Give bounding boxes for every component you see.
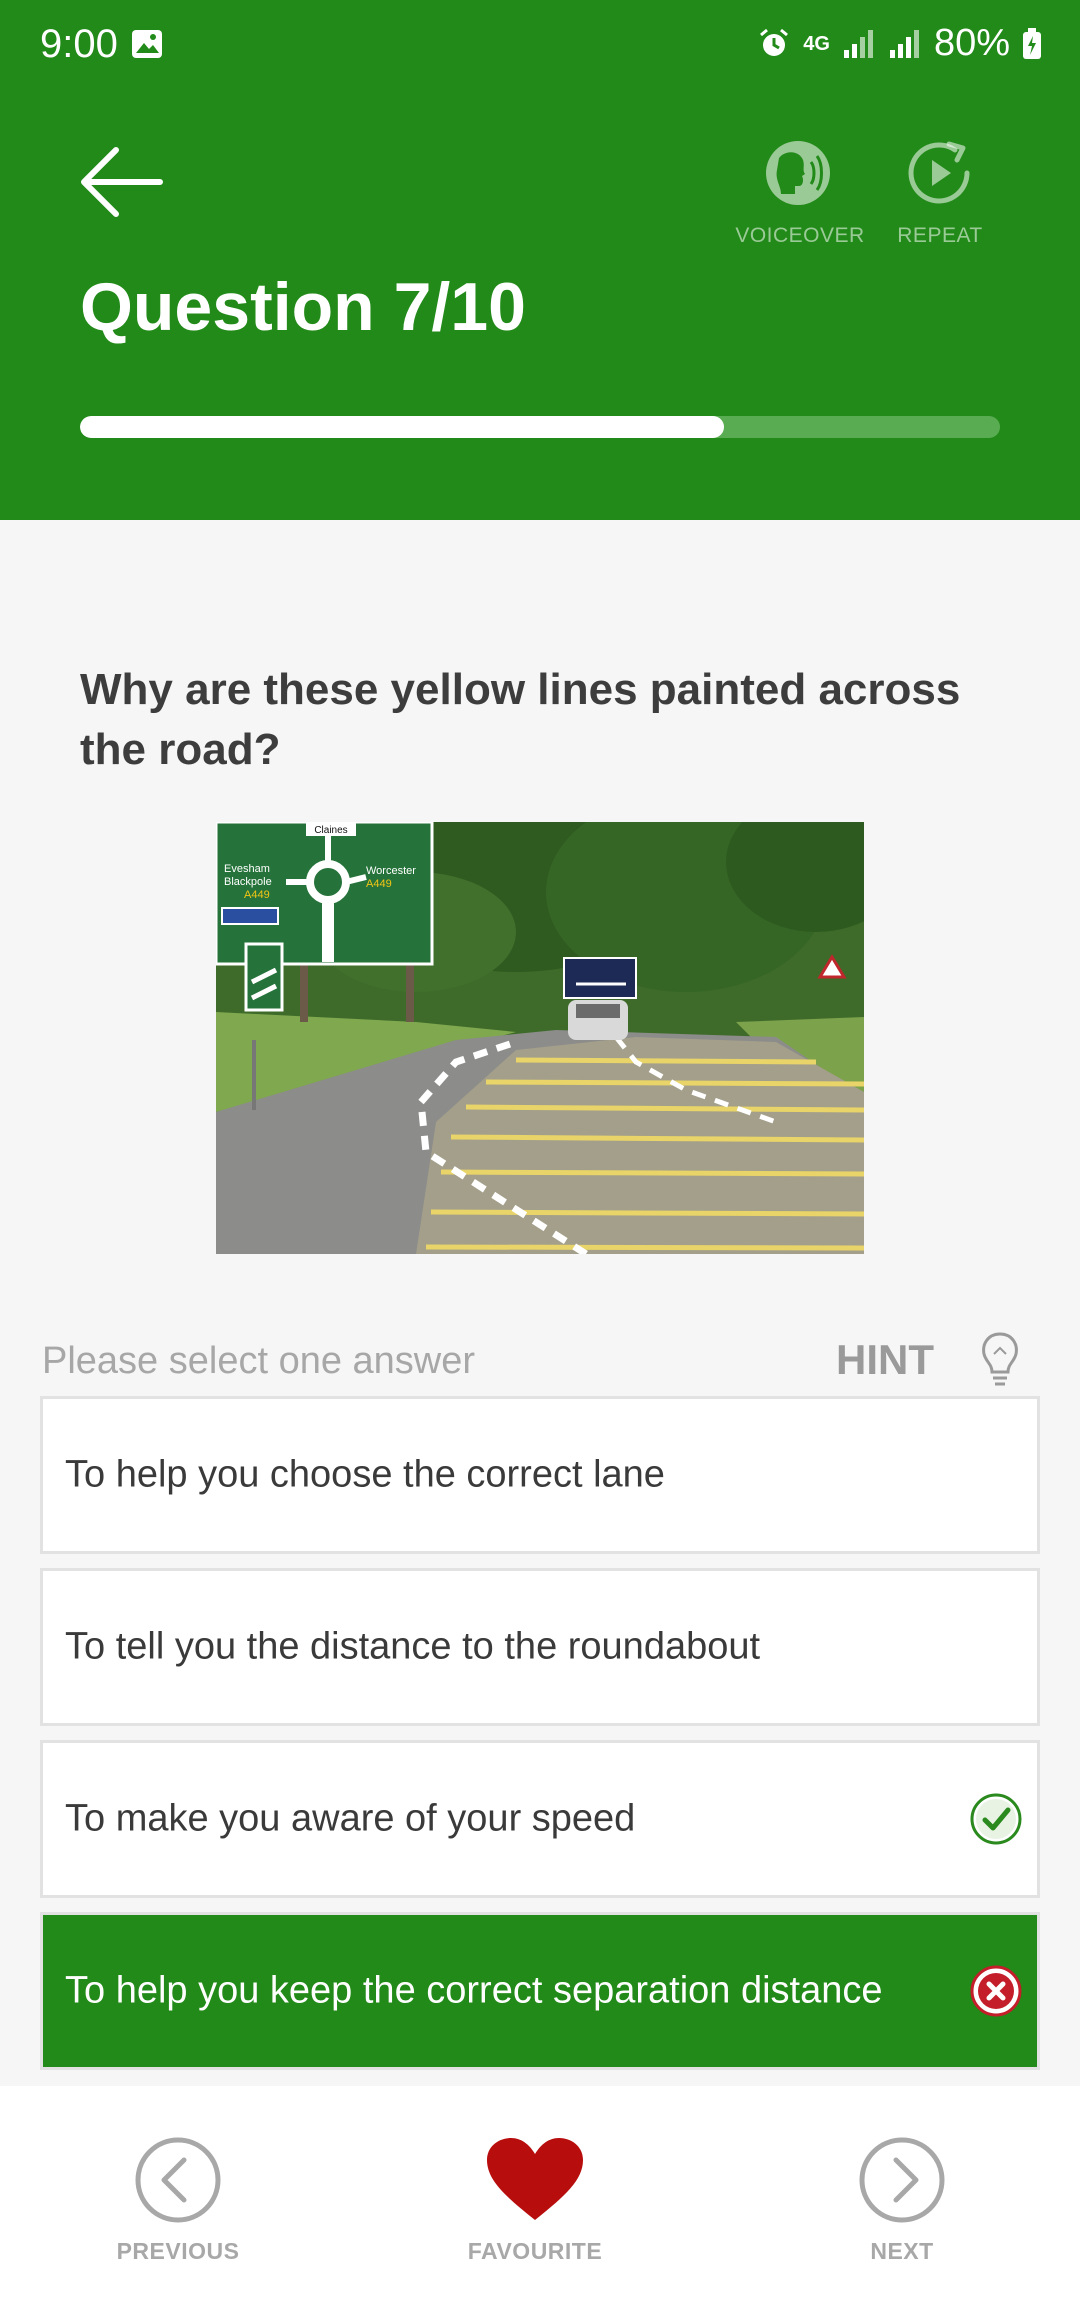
previous-button[interactable]: PREVIOUS (78, 2136, 278, 2265)
sign-text-left-2: Blackpole (224, 876, 272, 888)
favourite-button[interactable]: FAVOURITE (435, 2136, 635, 2265)
answer-option-label: To help you choose the correct lane (65, 1453, 665, 1496)
back-button[interactable] (76, 142, 166, 222)
bottom-nav: PREVIOUS FAVOURITE NEXT (0, 2086, 1080, 2316)
app-header: 9:00 4G 80% VOICEOVER REPEAT Question 7/… (0, 0, 1080, 520)
hint-button[interactable]: HINT (836, 1336, 934, 1384)
answer-option-label: To tell you the distance to the roundabo… (65, 1625, 761, 1668)
answer-option-1[interactable]: To help you choose the correct lane (40, 1396, 1040, 1554)
voiceover-label: VOICEOVER (735, 224, 865, 247)
page-title: Question 7/10 (80, 269, 526, 345)
answer-option-label: To make you aware of your speed (65, 1797, 636, 1840)
sign-text-left-1: Evesham (224, 863, 270, 875)
next-button[interactable]: NEXT (802, 2136, 1002, 2265)
battery-percent: 80% (933, 22, 1010, 64)
sign-text-top: Claines (314, 825, 347, 836)
answer-option-3[interactable]: To make you aware of your speed (40, 1740, 1040, 1898)
arrow-left-icon (81, 147, 163, 217)
network-type: 4G (803, 32, 830, 55)
favourite-label: FAVOURITE (467, 2238, 603, 2264)
signal-icon (843, 29, 873, 58)
status-time: 9:00 (40, 22, 118, 66)
status-bar: 9:00 4G 80% (0, 0, 1080, 92)
answer-option-label: To help you keep the correct separation … (65, 1969, 883, 2012)
voiceover-button[interactable]: VOICEOVER (730, 140, 870, 248)
answer-instruction-row: Please select one answer HINT (42, 1330, 1032, 1390)
signal-icon-2 (889, 29, 919, 58)
gallery-icon (132, 30, 162, 58)
next-label: NEXT (870, 2238, 934, 2264)
wrong-cross-icon (970, 1965, 1022, 2017)
previous-label: PREVIOUS (116, 2238, 240, 2264)
sign-text-right-2: A449 (366, 878, 392, 890)
chevron-left-circle-icon (135, 2137, 221, 2223)
repeat-label: REPEAT (897, 224, 983, 247)
lightbulb-icon[interactable] (978, 1330, 1022, 1390)
question-image: Claines Evesham Blackpole A449 Worcester… (216, 822, 864, 1254)
answer-option-4[interactable]: To help you keep the correct separation … (40, 1912, 1040, 2070)
progress-fill (80, 416, 724, 438)
question-text: Why are these yellow lines painted acros… (80, 665, 961, 774)
sign-text-left-3: A449 (244, 889, 270, 901)
correct-check-icon (970, 1793, 1022, 1845)
progress-bar (80, 416, 1000, 438)
answer-instruction: Please select one answer (42, 1340, 476, 1382)
replay-icon (908, 141, 970, 204)
status-icons: 4G 80% (757, 22, 1042, 65)
battery-charging-icon (1023, 27, 1041, 59)
chevron-right-circle-icon (859, 2137, 945, 2223)
alarm-icon (760, 28, 789, 56)
answer-option-2[interactable]: To tell you the distance to the roundabo… (40, 1568, 1040, 1726)
voiceover-icon (766, 141, 830, 205)
repeat-button[interactable]: REPEAT (880, 140, 1000, 248)
sign-text-right-1: Worcester (366, 865, 416, 877)
heart-icon (487, 2138, 583, 2220)
